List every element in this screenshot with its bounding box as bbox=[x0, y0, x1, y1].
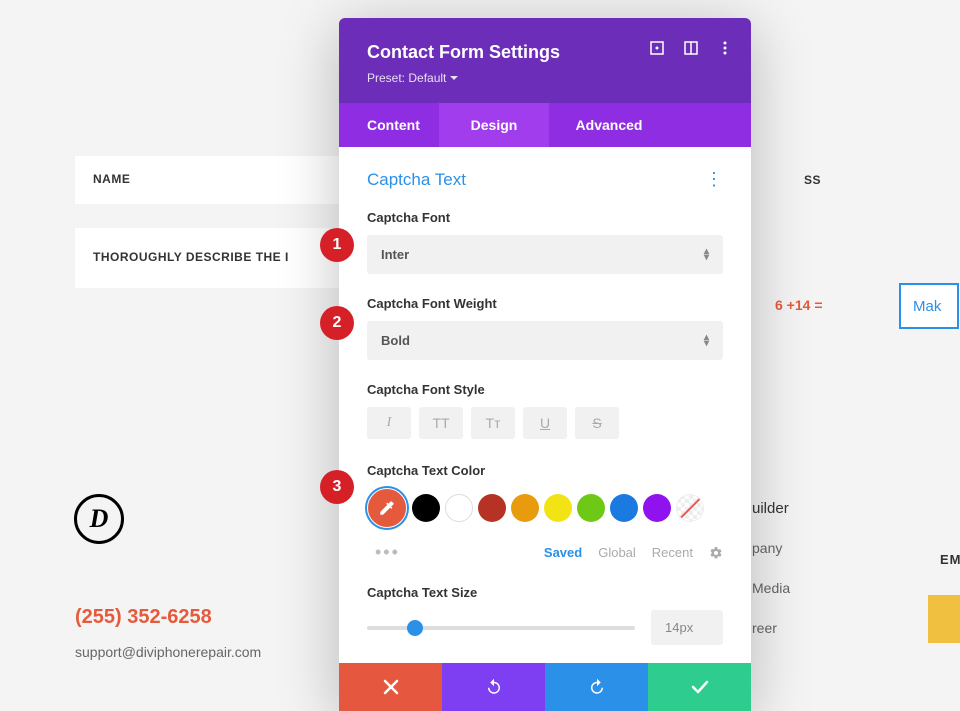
section-options-icon[interactable]: ⋮ bbox=[705, 169, 723, 190]
phone-number: (255) 352-6258 bbox=[75, 606, 212, 629]
strikethrough-button[interactable]: S bbox=[575, 407, 619, 439]
make-button-fragment[interactable]: Mak bbox=[899, 283, 959, 329]
captcha-weight-select[interactable]: Bold ▴▾ bbox=[367, 321, 723, 360]
swatch-orange[interactable] bbox=[511, 494, 539, 522]
swatch-blue[interactable] bbox=[610, 494, 638, 522]
close-icon bbox=[383, 679, 399, 695]
em-label-fragment: EM bbox=[940, 552, 960, 567]
italic-button[interactable]: I bbox=[367, 407, 411, 439]
size-input[interactable]: 14px bbox=[651, 610, 723, 645]
company-link-fragment[interactable]: pany bbox=[752, 540, 782, 556]
save-button[interactable] bbox=[648, 663, 751, 711]
color-tab-global[interactable]: Global bbox=[598, 545, 636, 560]
media-link-fragment[interactable]: Media bbox=[752, 580, 790, 596]
modal-header: Contact Form Settings Preset: Default bbox=[339, 18, 751, 103]
swatch-purple[interactable] bbox=[643, 494, 671, 522]
callout-badge-2: 2 bbox=[320, 306, 354, 340]
modal-body: Captcha Text ⋮ Captcha Font Inter ▴▾ Cap… bbox=[339, 147, 751, 663]
swatch-none[interactable] bbox=[676, 494, 704, 522]
select-arrows-icon: ▴▾ bbox=[704, 335, 709, 347]
callout-badge-1: 1 bbox=[320, 228, 354, 262]
color-picker-swatch[interactable] bbox=[367, 488, 407, 528]
yellow-box-fragment bbox=[928, 595, 960, 643]
check-icon bbox=[691, 680, 709, 694]
redo-button[interactable] bbox=[545, 663, 648, 711]
modal-footer bbox=[339, 663, 751, 711]
swatch-green[interactable] bbox=[577, 494, 605, 522]
undo-button[interactable] bbox=[442, 663, 545, 711]
more-icon[interactable] bbox=[717, 40, 733, 56]
captcha-equation: 6 +14 = bbox=[775, 297, 823, 313]
preset-label: Preset: Default bbox=[367, 71, 446, 85]
description-input[interactable]: THOROUGHLY DESCRIBE THE I bbox=[75, 228, 355, 288]
tab-advanced[interactable]: Advanced bbox=[549, 103, 669, 147]
name-input[interactable]: NAME bbox=[75, 156, 355, 204]
captcha-font-value: Inter bbox=[381, 247, 409, 262]
swatch-yellow[interactable] bbox=[544, 494, 572, 522]
builder-text-fragment: uilder bbox=[752, 500, 789, 517]
contact-form-settings-modal: Contact Form Settings Preset: Default Co… bbox=[339, 18, 751, 711]
select-arrows-icon: ▴▾ bbox=[704, 249, 709, 261]
size-slider-thumb[interactable] bbox=[407, 620, 423, 636]
color-settings-icon[interactable] bbox=[709, 546, 723, 560]
divi-logo: D bbox=[74, 494, 124, 544]
more-swatches-button[interactable]: ••• bbox=[367, 542, 400, 563]
color-tab-saved[interactable]: Saved bbox=[544, 545, 582, 560]
size-slider[interactable] bbox=[367, 626, 635, 630]
captcha-weight-value: Bold bbox=[381, 333, 410, 348]
responsive-icon[interactable] bbox=[683, 40, 699, 56]
captcha-style-label: Captcha Font Style bbox=[367, 382, 723, 397]
smallcaps-button[interactable]: Tᴛ bbox=[471, 407, 515, 439]
swatch-darkred[interactable] bbox=[478, 494, 506, 522]
address-label-fragment: SS bbox=[804, 173, 821, 187]
underline-button[interactable]: U bbox=[523, 407, 567, 439]
undo-icon bbox=[485, 678, 503, 696]
support-email: support@diviphonerepair.com bbox=[75, 644, 261, 660]
redo-icon bbox=[588, 678, 606, 696]
captcha-font-label: Captcha Font bbox=[367, 210, 723, 225]
preset-selector[interactable]: Preset: Default bbox=[367, 71, 723, 85]
color-swatch-row bbox=[367, 488, 723, 528]
captcha-color-label: Captcha Text Color bbox=[367, 463, 723, 478]
color-tab-recent[interactable]: Recent bbox=[652, 545, 693, 560]
cancel-button[interactable] bbox=[339, 663, 442, 711]
section-title-captcha-text[interactable]: Captcha Text bbox=[367, 170, 466, 190]
chevron-down-icon bbox=[450, 76, 458, 81]
tab-content[interactable]: Content bbox=[339, 103, 439, 147]
captcha-weight-label: Captcha Font Weight bbox=[367, 296, 723, 311]
modal-tabs: Content Design Advanced bbox=[339, 103, 751, 147]
captcha-size-label: Captcha Text Size bbox=[367, 585, 723, 600]
tab-design[interactable]: Design bbox=[439, 103, 549, 147]
swatch-black[interactable] bbox=[412, 494, 440, 522]
captcha-font-select[interactable]: Inter ▴▾ bbox=[367, 235, 723, 274]
uppercase-button[interactable]: TT bbox=[419, 407, 463, 439]
expand-icon[interactable] bbox=[649, 40, 665, 56]
eyedropper-icon bbox=[378, 499, 396, 517]
callout-badge-3: 3 bbox=[320, 470, 354, 504]
career-link-fragment[interactable]: reer bbox=[752, 620, 777, 636]
swatch-white[interactable] bbox=[445, 494, 473, 522]
font-style-row: I TT Tᴛ U S bbox=[367, 407, 723, 439]
